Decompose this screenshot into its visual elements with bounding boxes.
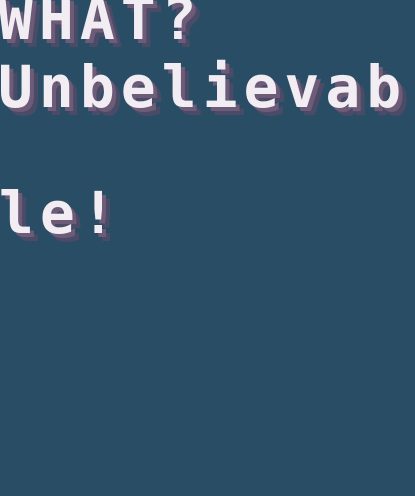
- dialog-line-3: ble!: [0, 179, 122, 247]
- dialog-line-2: Unbelievab: [0, 53, 408, 121]
- dialog-line-1: WHAT?: [0, 0, 203, 53]
- dialog-text-area: WHAT? Unbelievab ble!: [0, 0, 415, 496]
